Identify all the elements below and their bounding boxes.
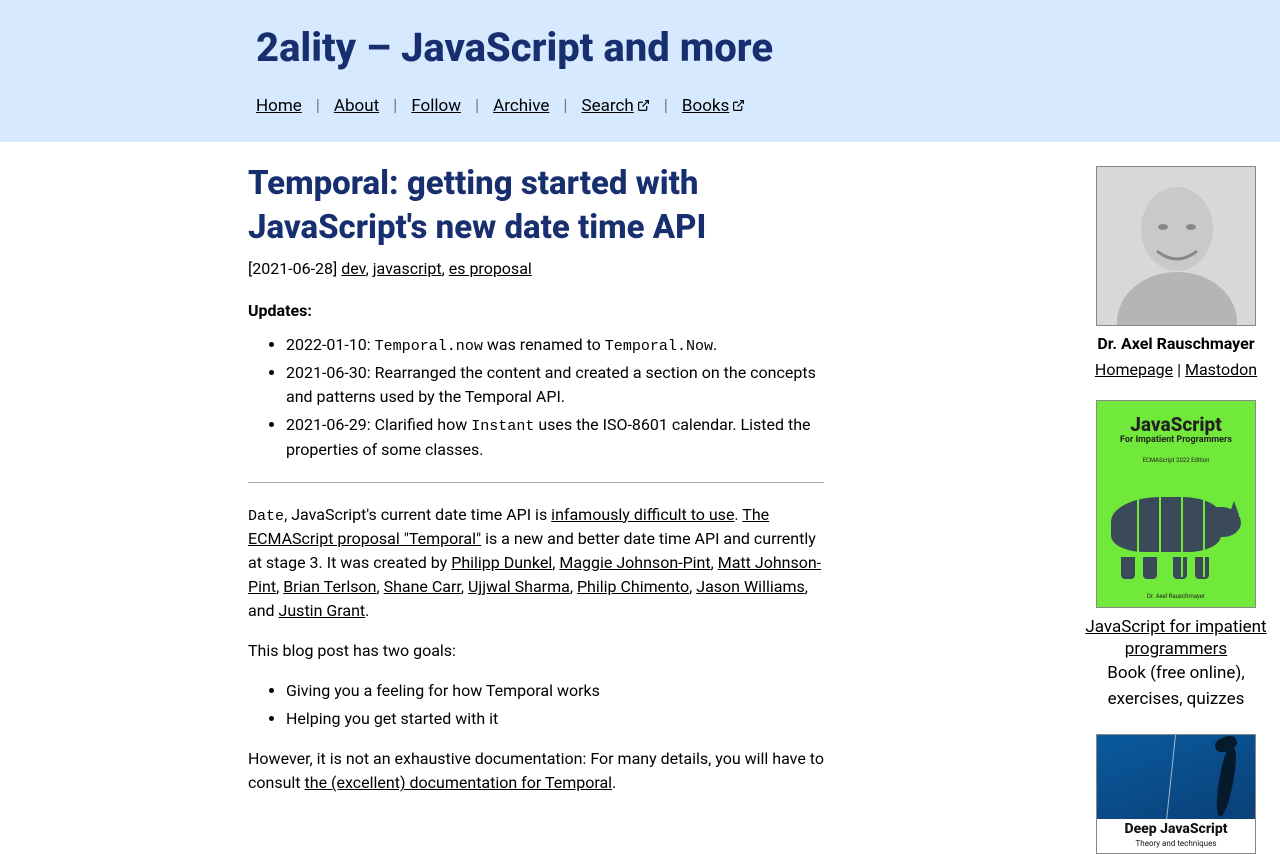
book-jsip-desc: Book (free online), exercises, quizzes — [1072, 661, 1280, 712]
list-item: Giving you a feeling for how Temporal wo… — [286, 679, 824, 703]
list-item: Helping you get started with it — [286, 707, 824, 731]
author-link[interactable]: Ujjwal Sharma — [468, 577, 570, 596]
book-edition: ECMAScript 2022 Edition — [1143, 456, 1210, 465]
code-inline: Temporal.Now — [605, 337, 713, 355]
nav-search[interactable]: Search — [582, 94, 650, 120]
intro-paragraph: Date, JavaScript's current date time API… — [248, 503, 824, 624]
list-item: 2022-01-10: Temporal.now was renamed to … — [286, 333, 824, 358]
updates-label: Updates: — [248, 299, 824, 323]
nav-sep: | — [664, 94, 668, 120]
nav-sep: | — [563, 94, 567, 120]
article-title: Temporal: getting started with JavaScrip… — [248, 162, 824, 251]
nav-books[interactable]: Books — [682, 94, 745, 120]
code-inline: Temporal.now — [375, 337, 483, 355]
author-link[interactable]: Maggie Johnson-Pint — [559, 553, 710, 572]
homepage-link[interactable]: Homepage — [1095, 360, 1173, 379]
nav-sep: | — [475, 94, 479, 120]
external-link-icon — [732, 99, 745, 112]
nav-archive[interactable]: Archive — [493, 94, 549, 120]
nav-follow[interactable]: Follow — [411, 94, 461, 120]
site-title: 2ality – JavaScript and more — [256, 18, 1072, 78]
author-link[interactable]: Philip Chimento — [577, 577, 689, 596]
author-links: Homepage | Mastodon — [1072, 358, 1280, 382]
author-link[interactable]: Jason Williams — [696, 577, 804, 596]
divider — [248, 482, 824, 483]
external-link-icon — [637, 99, 650, 112]
article: Temporal: getting started with JavaScrip… — [248, 162, 824, 796]
article-meta: [2021-06-28] dev, javascript, es proposa… — [248, 257, 824, 281]
book-jsip-link[interactable]: JavaScript for impatient programmers — [1082, 616, 1270, 662]
article-date: [2021-06-28] — [248, 259, 341, 278]
book-title: Deep JavaScript — [1097, 822, 1255, 837]
book-jsip-cover-link[interactable]: JavaScript For Impatient Programmers ECM… — [1072, 400, 1280, 608]
link-documentation[interactable]: the (excellent) documentation for Tempor… — [305, 773, 613, 792]
book-title: JavaScript — [1130, 415, 1221, 435]
tag-javascript[interactable]: javascript — [373, 259, 442, 278]
author-name: Dr. Axel Rauschmayer — [1072, 332, 1280, 356]
author-link[interactable]: Philipp Dunkel — [451, 553, 552, 572]
author-portrait — [1096, 166, 1256, 326]
book-author: Dr. Axel Rauschmayer — [1097, 592, 1255, 601]
tag-dev[interactable]: dev — [341, 259, 365, 278]
sidebar: Dr. Axel Rauschmayer Homepage | Mastodon… — [1072, 142, 1280, 854]
book-subtitle: Theory and techniques — [1097, 838, 1255, 850]
list-item: 2021-06-29: Clarified how Instant uses t… — [286, 413, 824, 462]
diver-icon — [1213, 747, 1239, 818]
list-item: 2021-06-30: Rearranged the content and c… — [286, 361, 824, 409]
mastodon-link[interactable]: Mastodon — [1185, 360, 1257, 379]
updates-list: 2022-01-10: Temporal.now was renamed to … — [286, 333, 824, 462]
nav-home[interactable]: Home — [256, 94, 302, 120]
code-inline: Date — [248, 507, 284, 525]
tag-es-proposal[interactable]: es proposal — [449, 259, 532, 278]
author-link[interactable]: Justin Grant — [279, 601, 366, 620]
book-subtitle: For Impatient Programmers — [1120, 434, 1232, 448]
book-deepjs-cover-link[interactable]: Deep JavaScript Theory and techniques — [1072, 734, 1280, 854]
nav-sep: | — [316, 94, 320, 120]
book-cover-jsip: JavaScript For Impatient Programmers ECM… — [1096, 400, 1256, 608]
rhino-icon — [1111, 479, 1241, 577]
goals-list: Giving you a feeling for how Temporal wo… — [286, 679, 824, 731]
link-infamous[interactable]: infamously difficult to use — [551, 505, 734, 524]
book-cover-deepjs: Deep JavaScript Theory and techniques — [1096, 734, 1256, 854]
goals-intro: This blog post has two goals: — [248, 639, 824, 663]
closing-paragraph: However, it is not an exhaustive documen… — [248, 747, 824, 795]
nav-sep: | — [393, 94, 397, 120]
nav-about[interactable]: About — [334, 94, 379, 120]
author-link[interactable]: Brian Terlson — [283, 577, 376, 596]
author-link[interactable]: Shane Carr — [384, 577, 461, 596]
code-inline: Instant — [471, 417, 534, 435]
main-nav: Home | About | Follow | Archive | Search… — [256, 94, 1072, 120]
